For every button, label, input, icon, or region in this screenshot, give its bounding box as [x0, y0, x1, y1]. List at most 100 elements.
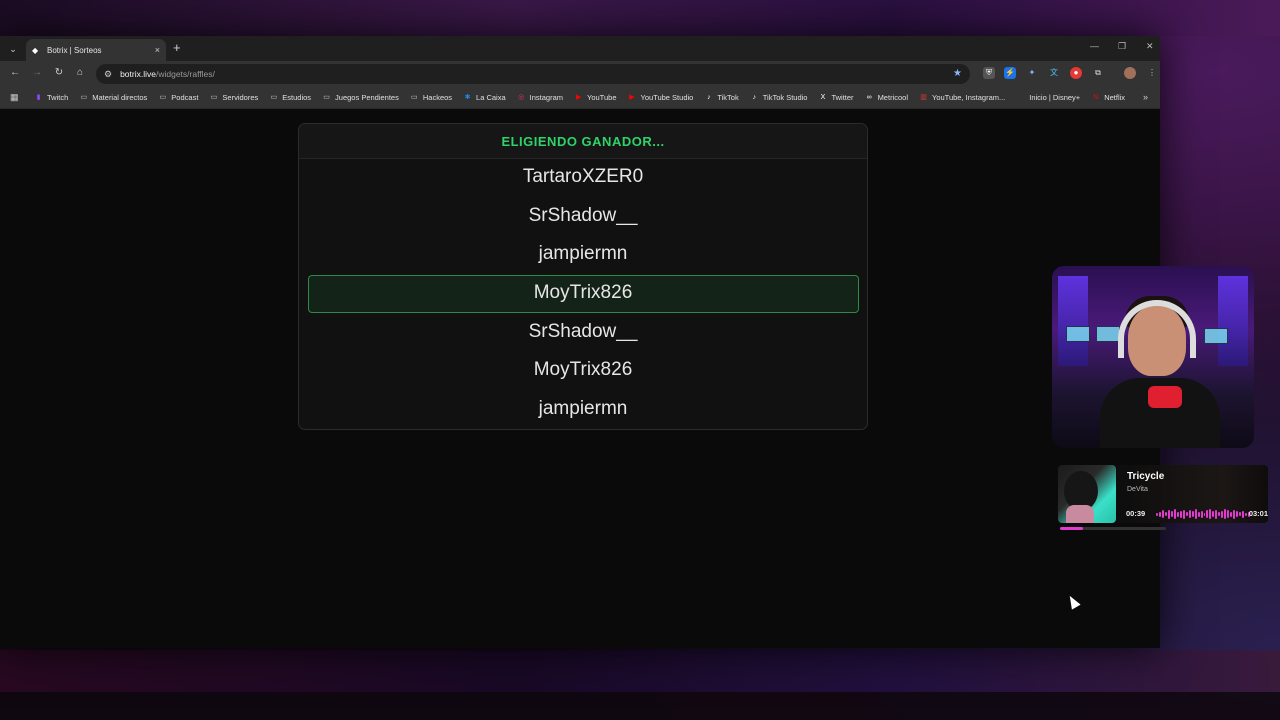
- shield-extension-icon[interactable]: ⛨: [983, 67, 995, 79]
- youtube-icon: ▶: [575, 94, 582, 101]
- botrix-favicon-icon: ◆: [32, 45, 39, 55]
- translate-extension-icon[interactable]: 文: [1048, 67, 1060, 79]
- bookmark-item[interactable]: ▭ Podcast: [158, 93, 198, 102]
- bookmark-item[interactable]: N Netflix: [1091, 93, 1125, 102]
- raffle-name: SrShadow__: [528, 204, 638, 226]
- bookmark-item[interactable]: ▥ YouTube, Instagram...: [919, 93, 1005, 102]
- bookmark-item[interactable]: ▭ Hackeos: [410, 93, 452, 102]
- total-time: 03:01: [1248, 509, 1268, 518]
- extensions-puzzle-icon[interactable]: ⧉: [1092, 67, 1104, 79]
- folder-icon: ▭: [411, 94, 418, 101]
- forward-icon[interactable]: →: [30, 67, 44, 78]
- folder-icon: ▭: [159, 94, 167, 101]
- bookmark-label: YouTube, Instagram...: [932, 93, 1006, 102]
- bookmark-label: TikTok Studio: [762, 93, 808, 102]
- disney-icon: ◌: [1018, 94, 1023, 101]
- apps-grid-icon[interactable]: ▦: [10, 92, 20, 103]
- tab-title: Botrix | Sorteos: [47, 45, 102, 55]
- bookmark-label: YouTube: [587, 93, 617, 102]
- current-time: 00:39: [1126, 509, 1146, 518]
- minimize-button[interactable]: —: [1090, 41, 1099, 51]
- reload-icon[interactable]: ↻: [52, 67, 66, 78]
- bookmark-label: Netflix: [1104, 93, 1126, 102]
- bookmark-label: La Caixa: [476, 93, 506, 102]
- bookmark-label: Podcast: [171, 93, 199, 102]
- raffle-name: SrShadow__: [528, 320, 638, 342]
- tiktok-icon: ♪: [707, 94, 711, 101]
- tiktok-icon: ♪: [752, 94, 756, 101]
- bookmark-item[interactable]: ♪ TikTok Studio: [750, 93, 808, 102]
- browser-menu-icon[interactable]: ⋮: [1146, 67, 1158, 79]
- bookmark-item[interactable]: ▭ Servidores: [209, 93, 259, 102]
- bookmark-label: Twitter: [831, 93, 854, 102]
- raffle-name: jampiermn: [538, 243, 628, 265]
- new-tab-button[interactable]: +: [173, 40, 181, 55]
- bookmark-star-icon[interactable]: ★: [953, 68, 962, 79]
- record-extension-icon[interactable]: ●: [1070, 67, 1082, 79]
- toolbar: ← → ↻ ⌂ ⚙ botrix.live/widgets/raffles/ ★…: [0, 61, 1160, 87]
- raffle-widget: ELIGIENDO GANADOR... MoyTrix826 TartaroXZ…: [298, 123, 868, 430]
- bookmark-label: TikTok: [717, 93, 739, 102]
- folder-icon: ▭: [210, 94, 218, 101]
- tab-search-icon[interactable]: ⌄: [6, 42, 20, 56]
- twitch-icon: ▮: [36, 94, 41, 101]
- track-info: Tricycle DeVita 00:39 03:01: [1116, 465, 1268, 523]
- bookmark-label: Instagram: [529, 93, 564, 102]
- metricool-icon: ∞: [866, 94, 872, 101]
- bookmark-label: Juegos Pendientes: [335, 93, 399, 102]
- bookmark-item[interactable]: ♪ TikTok: [704, 93, 739, 102]
- album-cover: [1058, 465, 1116, 523]
- raffle-name: MoyTrix826: [533, 359, 633, 381]
- tab-botrix[interactable]: ◆ Botrix | Sorteos ×: [26, 39, 166, 61]
- netflix-icon: N: [1093, 94, 1099, 101]
- profile-avatar[interactable]: [1124, 67, 1136, 79]
- bookmark-item[interactable]: ◎ Instagram: [517, 93, 563, 102]
- bookmark-label: Metricool: [877, 93, 908, 102]
- caixa-icon: ✱: [464, 94, 471, 101]
- back-icon[interactable]: ←: [8, 67, 22, 78]
- bookmarks-bar: ▦ ▮ Twitch ▭ Material directos ▭ Podcast ▭ Serv…: [0, 87, 1160, 109]
- bookmark-label: Inicio | Disney+: [1029, 93, 1081, 102]
- extension-blue-icon[interactable]: ⚡: [1004, 67, 1016, 79]
- bookmark-item[interactable]: ▭ Estudios: [269, 93, 311, 102]
- now-playing-widget: Tricycle DeVita 00:39 03:01: [1058, 463, 1268, 533]
- home-icon[interactable]: ⌂: [73, 67, 87, 78]
- tab-bar: ⌄ ◆ Botrix | Sorteos × + — ❐ ✕: [0, 36, 1160, 61]
- bookmark-label: Twitch: [47, 93, 69, 102]
- extension-puzzle-blue-icon[interactable]: ✦: [1026, 67, 1038, 79]
- youtube-studio-icon: ▶: [629, 94, 635, 101]
- url-host: botrix.live: [120, 69, 156, 79]
- track-progress-fill: [1060, 527, 1083, 530]
- raffle-name: jampiermn: [538, 398, 628, 420]
- bookmark-item[interactable]: ▶ YouTube: [574, 93, 617, 102]
- bookmark-item[interactable]: ▭ Juegos Pendientes: [322, 93, 399, 102]
- bookmark-label: Servidores: [222, 93, 259, 102]
- site-info-icon[interactable]: ⚙: [104, 69, 112, 80]
- bookmark-label: Hackeos: [422, 93, 453, 102]
- bookmark-item[interactable]: X Twitter: [818, 93, 854, 102]
- raffle-name-reel: MoyTrix826 TartaroXZER0 SrShadow__ jampierm…: [299, 159, 867, 429]
- bookmark-label: YouTube Studio: [640, 93, 694, 102]
- url-path: /widgets/raffles/: [155, 69, 215, 79]
- song-artist: DeVita: [1127, 486, 1148, 493]
- audio-waveform: [1156, 508, 1250, 520]
- bookmark-item[interactable]: ▶ YouTube Studio: [628, 93, 694, 102]
- folder-icon: ▭: [270, 94, 278, 101]
- background-bottom: [0, 650, 1280, 720]
- track-progress-bar: [1060, 527, 1166, 530]
- bookmark-item[interactable]: ∞ Metricool: [865, 93, 908, 102]
- song-title: Tricycle: [1127, 471, 1165, 482]
- maximize-button[interactable]: ❐: [1118, 41, 1126, 52]
- bookmark-item[interactable]: ▭ Material directos: [79, 93, 147, 102]
- close-window-button[interactable]: ✕: [1146, 41, 1154, 52]
- raffle-name: MoyTrix826: [533, 282, 633, 303]
- folder-icon: ▭: [323, 94, 330, 101]
- bookmarks-overflow-icon[interactable]: »: [1143, 92, 1148, 102]
- x-icon: X: [820, 94, 826, 101]
- chart-icon: ▥: [920, 94, 927, 101]
- bookmark-item[interactable]: ◌ Inicio | Disney+: [1016, 93, 1081, 102]
- tab-close-icon[interactable]: ×: [155, 45, 160, 55]
- bookmark-item[interactable]: ✱ La Caixa: [463, 93, 506, 102]
- bookmark-item[interactable]: ▮ Twitch: [34, 93, 69, 102]
- address-bar[interactable]: ⚙ botrix.live/widgets/raffles/ ★: [96, 64, 970, 84]
